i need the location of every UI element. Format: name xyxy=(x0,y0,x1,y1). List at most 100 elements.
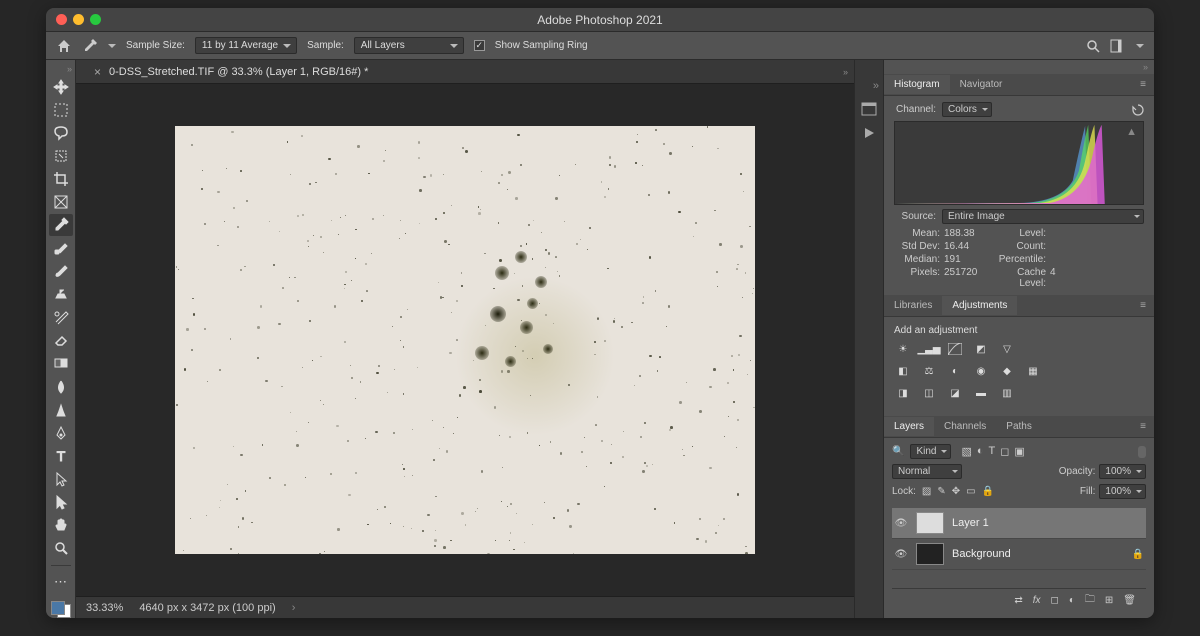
vibrance-icon[interactable]: ▽ xyxy=(998,342,1016,356)
eyedropper-tool[interactable] xyxy=(49,214,73,235)
filter-toggle-icon[interactable] xyxy=(1138,446,1146,458)
filter-pixel-icon[interactable]: ▧ xyxy=(961,445,971,458)
fill-input[interactable]: 100% xyxy=(1099,484,1146,499)
layer-item[interactable]: 👁 Layer 1 xyxy=(892,508,1146,539)
collapsed-panel-icon[interactable] xyxy=(861,102,877,116)
visibility-eye-icon[interactable]: 👁 xyxy=(894,518,908,529)
filter-smart-icon[interactable]: ▣ xyxy=(1014,445,1024,458)
home-icon[interactable] xyxy=(56,38,72,54)
filter-adjustment-icon[interactable]: ◐ xyxy=(977,445,984,458)
tab-histogram[interactable]: Histogram xyxy=(884,75,950,94)
collapsed-play-icon[interactable] xyxy=(862,126,876,140)
color-swatches[interactable] xyxy=(51,601,71,618)
panel-collapse-icon[interactable]: » xyxy=(67,64,75,74)
move-tool[interactable] xyxy=(49,76,73,97)
channel-mixer-icon[interactable]: ◆ xyxy=(998,364,1016,378)
history-brush-tool[interactable] xyxy=(49,307,73,328)
healing-brush-tool[interactable] xyxy=(49,238,73,259)
filter-shape-icon[interactable]: ◻ xyxy=(1000,445,1009,458)
edit-toolbar-button[interactable]: ⋯ xyxy=(49,572,73,593)
eyedropper-icon[interactable] xyxy=(82,38,98,54)
layer-filter-select[interactable]: Kind xyxy=(910,444,951,459)
gradient-map-icon[interactable]: ▬ xyxy=(972,386,990,400)
dodge-tool[interactable] xyxy=(49,399,73,420)
path-selection-tool[interactable] xyxy=(49,468,73,489)
close-window-button[interactable] xyxy=(56,14,67,25)
pen-tool[interactable] xyxy=(49,422,73,443)
layer-thumbnail[interactable] xyxy=(916,543,944,565)
hand-tool[interactable] xyxy=(49,514,73,535)
tool-preset-dropdown[interactable] xyxy=(108,44,116,48)
panel-menu-icon[interactable]: ≡ xyxy=(1132,300,1154,311)
black-white-icon[interactable]: ◐ xyxy=(946,364,964,378)
eraser-tool[interactable] xyxy=(49,330,73,351)
zoom-level[interactable]: 33.33% xyxy=(86,602,123,614)
foreground-color-swatch[interactable] xyxy=(51,601,65,615)
source-select[interactable]: Entire Image xyxy=(942,209,1144,224)
brightness-contrast-icon[interactable]: ☀ xyxy=(894,342,912,356)
delete-layer-icon[interactable]: 🗑 xyxy=(1123,595,1136,606)
lock-paint-icon[interactable]: ✎ xyxy=(937,486,945,497)
workspace-chevron-down-icon[interactable] xyxy=(1136,44,1144,48)
brush-tool[interactable] xyxy=(49,261,73,282)
layer-filter-search-icon[interactable]: 🔍 xyxy=(892,446,904,457)
zoom-window-button[interactable] xyxy=(90,14,101,25)
link-layers-icon[interactable]: ⇄ xyxy=(1014,595,1022,606)
hue-saturation-icon[interactable]: ◧ xyxy=(894,364,912,378)
crop-tool[interactable] xyxy=(49,168,73,189)
new-group-icon[interactable]: 🗀 xyxy=(1085,592,1095,609)
selective-color-icon[interactable]: ▥ xyxy=(998,386,1016,400)
clone-stamp-tool[interactable] xyxy=(49,284,73,305)
filter-type-icon[interactable]: T xyxy=(989,445,996,458)
layer-style-icon[interactable]: fx xyxy=(1033,595,1041,606)
lasso-tool[interactable] xyxy=(49,122,73,143)
photo-filter-icon[interactable]: ◉ xyxy=(972,364,990,378)
tab-layers[interactable]: Layers xyxy=(884,417,934,436)
lock-all-icon[interactable]: 🔒 xyxy=(982,486,994,497)
panel-collapse-icon[interactable]: » xyxy=(884,60,1154,74)
magic-wand-tool[interactable] xyxy=(49,145,73,166)
color-lookup-icon[interactable]: ▦ xyxy=(1024,364,1042,378)
cached-data-warning-icon[interactable]: ▲ xyxy=(1126,126,1137,138)
sample-select[interactable]: All Layers xyxy=(354,37,464,54)
sample-size-select[interactable]: 11 by 11 Average xyxy=(195,37,297,54)
document-tab[interactable]: × 0-DSS_Stretched.TIF @ 33.3% (Layer 1, … xyxy=(84,61,378,83)
tab-adjustments[interactable]: Adjustments xyxy=(942,296,1017,315)
lock-artboard-icon[interactable]: ▭ xyxy=(966,486,975,497)
tab-paths[interactable]: Paths xyxy=(996,417,1042,436)
tab-channels[interactable]: Channels xyxy=(934,417,996,436)
visibility-eye-icon[interactable]: 👁 xyxy=(894,549,908,560)
type-tool[interactable]: T xyxy=(49,445,73,466)
layer-item[interactable]: 👁 Background 🔒 xyxy=(892,539,1146,570)
levels-icon[interactable]: ▁▃▅ xyxy=(920,342,938,356)
zoom-tool[interactable] xyxy=(49,538,73,559)
show-sampling-ring-checkbox[interactable] xyxy=(474,40,485,51)
add-mask-icon[interactable]: ◻ xyxy=(1051,595,1059,606)
canvas[interactable]: /* placeholder for visual only */ xyxy=(175,126,755,554)
layer-name[interactable]: Layer 1 xyxy=(952,517,989,529)
tab-libraries[interactable]: Libraries xyxy=(884,296,942,315)
threshold-icon[interactable]: ◪ xyxy=(946,386,964,400)
close-tab-icon[interactable]: × xyxy=(94,65,101,79)
blend-mode-select[interactable]: Normal xyxy=(892,464,962,479)
status-chevron-right-icon[interactable]: › xyxy=(292,602,296,614)
posterize-icon[interactable]: ◫ xyxy=(920,386,938,400)
blur-tool[interactable] xyxy=(49,376,73,397)
exposure-icon[interactable]: ◩ xyxy=(972,342,990,356)
channel-select[interactable]: Colors xyxy=(942,102,992,117)
workspace-switcher-icon[interactable] xyxy=(1110,39,1126,53)
refresh-icon[interactable] xyxy=(1132,104,1144,116)
new-layer-icon[interactable]: ⊞ xyxy=(1105,595,1113,606)
panel-expand-icon[interactable]: » xyxy=(855,80,883,92)
rectangle-tool[interactable] xyxy=(49,491,73,512)
panel-collapse-icon[interactable]: » xyxy=(843,67,854,77)
panel-menu-icon[interactable]: ≡ xyxy=(1132,79,1154,90)
new-adjustment-layer-icon[interactable]: ◐ xyxy=(1069,595,1075,606)
minimize-window-button[interactable] xyxy=(73,14,84,25)
lock-position-icon[interactable]: ✥ xyxy=(952,486,960,497)
opacity-input[interactable]: 100% xyxy=(1099,464,1146,479)
lock-transparency-icon[interactable]: ▨ xyxy=(922,486,931,497)
invert-icon[interactable]: ◨ xyxy=(894,386,912,400)
curves-icon[interactable] xyxy=(946,342,964,356)
layer-name[interactable]: Background xyxy=(952,548,1011,560)
